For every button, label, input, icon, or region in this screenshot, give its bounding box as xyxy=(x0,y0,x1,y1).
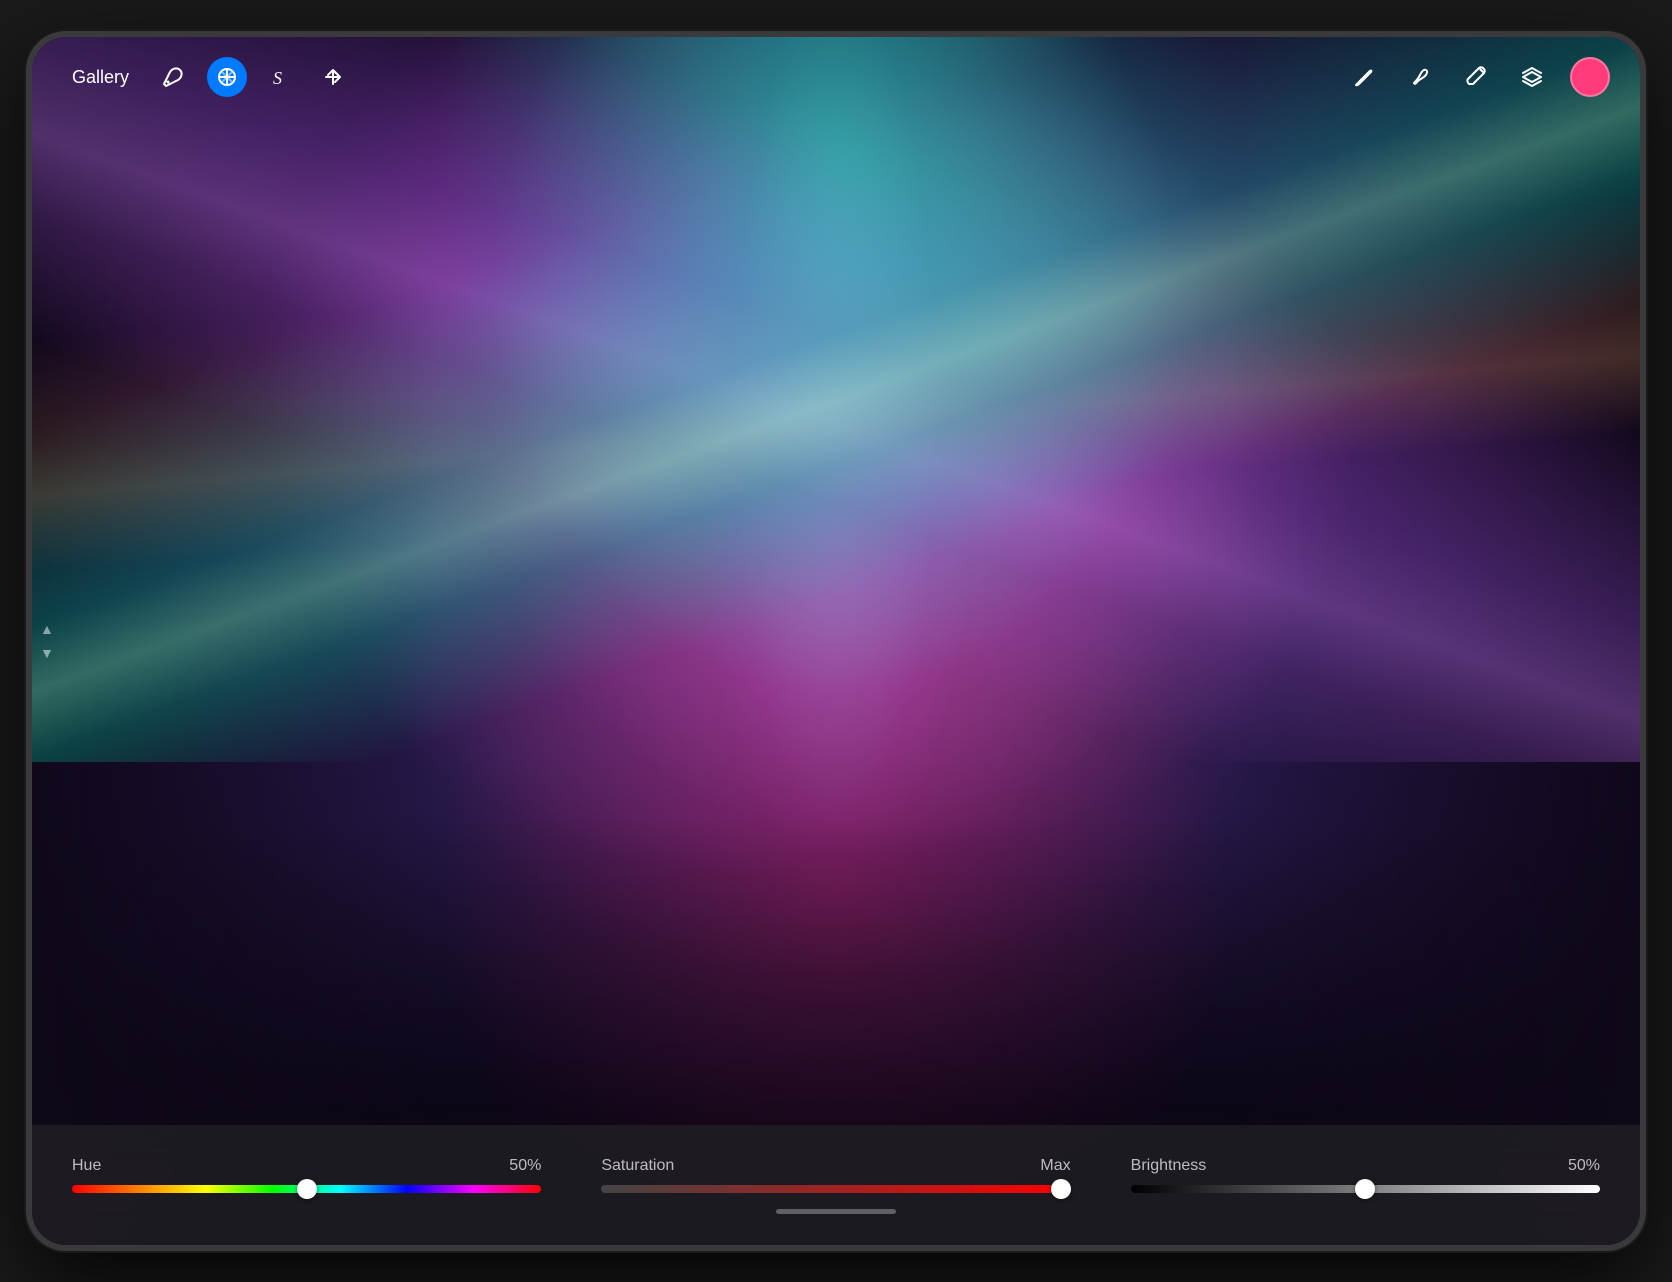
canvas-area[interactable] xyxy=(32,37,1640,1245)
brightness-slider-thumb[interactable] xyxy=(1355,1179,1375,1199)
brightness-slider-header: Brightness 50% xyxy=(1131,1157,1600,1175)
saturation-slider-track[interactable] xyxy=(601,1185,1070,1193)
artwork xyxy=(32,37,1640,1245)
hue-slider-group: Hue 50% xyxy=(72,1157,541,1193)
brightness-slider-group: Brightness 50% xyxy=(1131,1157,1600,1193)
smudge-mode-button[interactable]: S xyxy=(263,59,299,95)
transform-button[interactable] xyxy=(315,59,351,95)
color-picker-button[interactable] xyxy=(1570,57,1610,97)
device-frame: Gallery S xyxy=(26,31,1646,1251)
brush-tool-button[interactable] xyxy=(1346,59,1382,95)
toolbar-right xyxy=(1346,57,1610,97)
saturation-slider-group: Saturation Max xyxy=(601,1157,1070,1193)
side-arrow-up[interactable]: ▲ xyxy=(40,621,54,637)
wrench-icon-button[interactable] xyxy=(155,59,191,95)
hue-value: 50% xyxy=(509,1157,541,1175)
hue-slider-track[interactable] xyxy=(72,1185,541,1193)
sliders-row: Hue 50% Saturation Max xyxy=(72,1157,1600,1193)
saturation-value: Max xyxy=(1040,1157,1070,1175)
brightness-slider-track[interactable] xyxy=(1131,1185,1600,1193)
hue-slider-header: Hue 50% xyxy=(72,1157,541,1175)
side-arrow-down[interactable]: ▼ xyxy=(40,645,54,661)
smudge-tool-button[interactable] xyxy=(1402,59,1438,95)
layers-button[interactable] xyxy=(1514,59,1550,95)
side-toolbar: ▲ ▼ xyxy=(40,621,54,661)
eraser-button[interactable] xyxy=(1458,59,1494,95)
adjustments-button[interactable] xyxy=(207,57,247,97)
brightness-label: Brightness xyxy=(1131,1157,1207,1175)
saturation-slider-header: Saturation Max xyxy=(601,1157,1070,1175)
saturation-slider-thumb[interactable] xyxy=(1051,1179,1071,1199)
brightness-value: 50% xyxy=(1568,1157,1600,1175)
gallery-button[interactable]: Gallery xyxy=(62,61,139,94)
hue-slider-thumb[interactable] xyxy=(297,1179,317,1199)
svg-text:S: S xyxy=(273,68,282,88)
top-toolbar: Gallery S xyxy=(32,37,1640,117)
hue-label: Hue xyxy=(72,1157,101,1175)
saturation-label: Saturation xyxy=(601,1157,674,1175)
bottom-controls-panel: Hue 50% Saturation Max xyxy=(32,1125,1640,1245)
home-indicator xyxy=(776,1209,896,1214)
toolbar-left: Gallery S xyxy=(62,57,351,97)
